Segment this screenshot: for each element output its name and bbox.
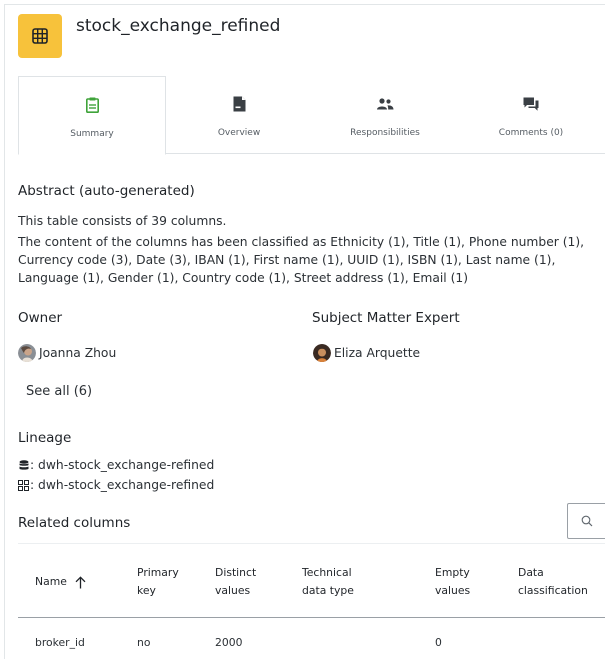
- tab-bar: Summary Overview Responsibilities Commen…: [18, 76, 605, 155]
- cell-distinct: 2000: [215, 636, 243, 649]
- people-icon: [376, 94, 394, 114]
- clipboard-icon: [85, 95, 99, 115]
- tab-label: Responsibilities: [350, 128, 420, 138]
- sme-person[interactable]: Eliza Arquette: [313, 344, 420, 362]
- cell-primary-key: no: [137, 636, 151, 649]
- owner-name: Joanna Zhou: [39, 346, 117, 360]
- name-column-header[interactable]: Name: [35, 573, 86, 591]
- document-icon: [233, 94, 246, 114]
- table-header: Name Primary key Distinct values Technic…: [18, 543, 605, 618]
- see-all-link[interactable]: See all (6): [26, 384, 92, 399]
- tab-comments[interactable]: Comments (0): [458, 76, 604, 154]
- cell-name: broker_id: [35, 636, 85, 649]
- database-icon: [18, 459, 29, 471]
- abstract-heading: Abstract (auto-generated): [18, 183, 195, 199]
- technical-data-type-header[interactable]: Technical data type: [302, 564, 354, 600]
- lineage-database[interactable]: : dwh-stock_exchange-refined: [18, 458, 214, 472]
- header-line: values: [215, 584, 251, 597]
- lineage-heading: Lineage: [18, 430, 72, 446]
- abstract-classification: The content of the columns has been clas…: [18, 235, 585, 285]
- header-line: Distinct: [215, 566, 257, 579]
- table-row[interactable]: broker_id no 2000 0: [18, 618, 605, 659]
- search-button[interactable]: [567, 503, 605, 539]
- tab-overview[interactable]: Overview: [166, 76, 312, 154]
- empty-values-header[interactable]: Empty values: [435, 564, 470, 600]
- lineage-database-label: : dwh-stock_exchange-refined: [30, 458, 215, 472]
- sort-up-arrow-icon: [75, 575, 86, 589]
- sme-heading: Subject Matter Expert: [312, 310, 460, 326]
- sme-name: Eliza Arquette: [334, 346, 421, 360]
- tab-summary[interactable]: Summary: [18, 76, 166, 155]
- tab-responsibilities[interactable]: Responsibilities: [312, 76, 458, 154]
- owner-person[interactable]: Joanna Zhou: [18, 344, 116, 362]
- header-line: Primary: [137, 566, 179, 579]
- avatar: [313, 344, 331, 362]
- owner-heading: Owner: [18, 310, 63, 326]
- header-line: classification: [518, 584, 588, 597]
- primary-key-header[interactable]: Primary key: [137, 564, 179, 600]
- tab-label: Comments (0): [498, 128, 564, 138]
- name-header-label: Name: [35, 575, 67, 588]
- lineage-schema[interactable]: : dwh-stock_exchange-refined: [18, 478, 214, 492]
- lineage-schema-label: : dwh-stock_exchange-refined: [30, 478, 215, 492]
- header-line: Technical: [302, 566, 352, 579]
- tab-label: Summary: [70, 129, 114, 139]
- header-line: data type: [302, 584, 354, 597]
- distinct-values-header[interactable]: Distinct values: [215, 564, 256, 600]
- header-line: values: [435, 584, 471, 597]
- header-line: Empty: [435, 566, 470, 579]
- header-line: Data: [518, 566, 544, 579]
- search-icon: [581, 512, 593, 531]
- tab-label: Overview: [217, 128, 261, 138]
- page-header: stock_exchange_refined: [18, 14, 280, 60]
- cell-empty: 0: [435, 636, 442, 649]
- table-icon: [18, 14, 62, 58]
- avatar: [18, 344, 36, 362]
- header-line: key: [137, 584, 156, 597]
- schema-icon: [18, 479, 29, 491]
- chat-icon: [523, 94, 539, 114]
- related-columns-table: Name Primary key Distinct values Technic…: [18, 543, 605, 659]
- page-title: stock_exchange_refined: [76, 16, 281, 36]
- data-classification-header[interactable]: Data classification: [518, 564, 588, 600]
- related-columns-heading: Related columns: [18, 515, 131, 531]
- abstract-summary: This table consists of 39 columns.: [18, 214, 227, 228]
